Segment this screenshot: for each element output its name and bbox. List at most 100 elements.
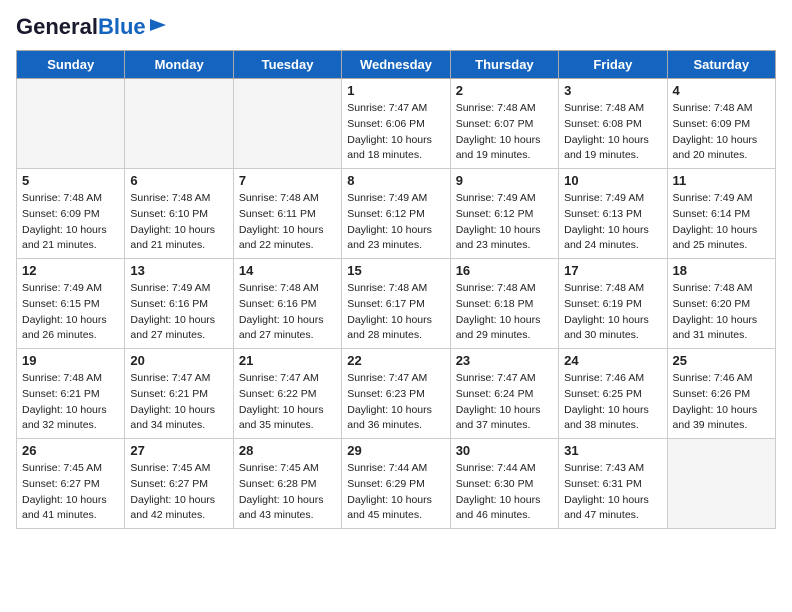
day-number: 31 (564, 443, 661, 458)
day-number: 29 (347, 443, 444, 458)
day-info: Sunrise: 7:49 AMSunset: 6:14 PMDaylight:… (673, 191, 770, 254)
day-info: Sunrise: 7:45 AMSunset: 6:27 PMDaylight:… (130, 461, 227, 524)
calendar-cell (125, 79, 233, 169)
weekday-header: Saturday (667, 51, 775, 79)
calendar-week-row: 1 Sunrise: 7:47 AMSunset: 6:06 PMDaylight… (17, 79, 776, 169)
calendar-week-row: 19 Sunrise: 7:48 AMSunset: 6:21 PMDayligh… (17, 349, 776, 439)
calendar-cell: 8 Sunrise: 7:49 AMSunset: 6:12 PMDaylight… (342, 169, 450, 259)
calendar-cell: 12 Sunrise: 7:49 AMSunset: 6:15 PMDayligh… (17, 259, 125, 349)
day-number: 12 (22, 263, 119, 278)
calendar-cell: 29 Sunrise: 7:44 AMSunset: 6:29 PMDayligh… (342, 439, 450, 529)
calendar-cell (233, 79, 341, 169)
day-number: 1 (347, 83, 444, 98)
day-info: Sunrise: 7:45 AMSunset: 6:28 PMDaylight:… (239, 461, 336, 524)
calendar-cell: 22Sunrise: 7:47 AMSunset: 6:23 PMDayligh… (342, 349, 450, 439)
calendar-week-row: 12 Sunrise: 7:49 AMSunset: 6:15 PMDayligh… (17, 259, 776, 349)
day-number: 18 (673, 263, 770, 278)
calendar-cell: 9Sunrise: 7:49 AMSunset: 6:12 PMDaylight… (450, 169, 558, 259)
day-number: 30 (456, 443, 553, 458)
day-number: 3 (564, 83, 661, 98)
day-info: Sunrise: 7:49 AMSunset: 6:13 PMDaylight:… (564, 191, 661, 254)
day-info: Sunrise: 7:48 AMSunset: 6:09 PMDaylight:… (673, 101, 770, 164)
calendar-cell: 27 Sunrise: 7:45 AMSunset: 6:27 PMDayligh… (125, 439, 233, 529)
day-info: Sunrise: 7:48 AMSunset: 6:08 PMDaylight:… (564, 101, 661, 164)
weekday-header: Thursday (450, 51, 558, 79)
day-info: Sunrise: 7:49 AMSunset: 6:15 PMDaylight:… (22, 281, 119, 344)
day-info: Sunrise: 7:43 AMSunset: 6:31 PMDaylight:… (564, 461, 661, 524)
calendar-cell: 14 Sunrise: 7:48 AMSunset: 6:16 PMDayligh… (233, 259, 341, 349)
day-number: 8 (347, 173, 444, 188)
day-info: Sunrise: 7:45 AMSunset: 6:27 PMDaylight:… (22, 461, 119, 524)
day-number: 14 (239, 263, 336, 278)
weekday-header: Monday (125, 51, 233, 79)
weekday-header: Tuesday (233, 51, 341, 79)
day-info: Sunrise: 7:44 AMSunset: 6:29 PMDaylight:… (347, 461, 444, 524)
day-number: 23 (456, 353, 553, 368)
day-number: 10 (564, 173, 661, 188)
day-info: Sunrise: 7:47 AMSunset: 6:24 PMDaylight:… (456, 371, 553, 434)
day-info: Sunrise: 7:48 AMSunset: 6:09 PMDaylight:… (22, 191, 119, 254)
day-number: 11 (673, 173, 770, 188)
calendar-cell: 17 Sunrise: 7:48 AMSunset: 6:19 PMDayligh… (559, 259, 667, 349)
day-number: 20 (130, 353, 227, 368)
day-info: Sunrise: 7:48 AMSunset: 6:19 PMDaylight:… (564, 281, 661, 344)
calendar-cell: 15 Sunrise: 7:48 AMSunset: 6:17 PMDayligh… (342, 259, 450, 349)
day-info: Sunrise: 7:47 AMSunset: 6:06 PMDaylight:… (347, 101, 444, 164)
calendar-cell: 28 Sunrise: 7:45 AMSunset: 6:28 PMDayligh… (233, 439, 341, 529)
calendar-cell: 20 Sunrise: 7:47 AMSunset: 6:21 PMDayligh… (125, 349, 233, 439)
calendar-cell: 30 Sunrise: 7:44 AMSunset: 6:30 PMDayligh… (450, 439, 558, 529)
day-info: Sunrise: 7:47 AMSunset: 6:21 PMDaylight:… (130, 371, 227, 434)
calendar-cell: 19 Sunrise: 7:48 AMSunset: 6:21 PMDayligh… (17, 349, 125, 439)
day-number: 17 (564, 263, 661, 278)
calendar-cell: 5 Sunrise: 7:48 AMSunset: 6:09 PMDaylight… (17, 169, 125, 259)
day-info: Sunrise: 7:47 AMSunset: 6:22 PMDaylight:… (239, 371, 336, 434)
day-info: Sunrise: 7:48 AMSunset: 6:21 PMDaylight:… (22, 371, 119, 434)
calendar-cell: 24Sunrise: 7:46 AMSunset: 6:25 PMDayligh… (559, 349, 667, 439)
day-number: 19 (22, 353, 119, 368)
day-number: 15 (347, 263, 444, 278)
day-number: 7 (239, 173, 336, 188)
calendar-cell: 3 Sunrise: 7:48 AMSunset: 6:08 PMDaylight… (559, 79, 667, 169)
day-info: Sunrise: 7:46 AMSunset: 6:26 PMDaylight:… (673, 371, 770, 434)
calendar-week-row: 26 Sunrise: 7:45 AMSunset: 6:27 PMDayligh… (17, 439, 776, 529)
day-number: 21 (239, 353, 336, 368)
calendar-cell: 1 Sunrise: 7:47 AMSunset: 6:06 PMDaylight… (342, 79, 450, 169)
calendar-cell: 6 Sunrise: 7:48 AMSunset: 6:10 PMDaylight… (125, 169, 233, 259)
calendar-table: SundayMondayTuesdayWednesdayThursdayFrid… (16, 50, 776, 529)
day-info: Sunrise: 7:49 AMSunset: 6:16 PMDaylight:… (130, 281, 227, 344)
calendar-cell: 26 Sunrise: 7:45 AMSunset: 6:27 PMDayligh… (17, 439, 125, 529)
calendar-cell: 7 Sunrise: 7:48 AMSunset: 6:11 PMDaylight… (233, 169, 341, 259)
day-info: Sunrise: 7:49 AMSunset: 6:12 PMDaylight:… (347, 191, 444, 254)
day-info: Sunrise: 7:48 AMSunset: 6:16 PMDaylight:… (239, 281, 336, 344)
day-number: 27 (130, 443, 227, 458)
day-number: 24 (564, 353, 661, 368)
day-number: 26 (22, 443, 119, 458)
calendar-cell: 31 Sunrise: 7:43 AMSunset: 6:31 PMDayligh… (559, 439, 667, 529)
day-info: Sunrise: 7:48 AMSunset: 6:17 PMDaylight:… (347, 281, 444, 344)
calendar-cell: 10 Sunrise: 7:49 AMSunset: 6:13 PMDayligh… (559, 169, 667, 259)
weekday-header: Friday (559, 51, 667, 79)
logo-arrow-icon (148, 15, 168, 35)
weekday-header: Wednesday (342, 51, 450, 79)
day-number: 16 (456, 263, 553, 278)
day-number: 6 (130, 173, 227, 188)
day-number: 9 (456, 173, 553, 188)
logo-text: GeneralBlue (16, 16, 146, 38)
day-info: Sunrise: 7:48 AMSunset: 6:10 PMDaylight:… (130, 191, 227, 254)
day-info: Sunrise: 7:44 AMSunset: 6:30 PMDaylight:… (456, 461, 553, 524)
day-number: 5 (22, 173, 119, 188)
day-info: Sunrise: 7:48 AMSunset: 6:11 PMDaylight:… (239, 191, 336, 254)
calendar-cell: 2Sunrise: 7:48 AMSunset: 6:07 PMDaylight… (450, 79, 558, 169)
calendar-cell: 25Sunrise: 7:46 AMSunset: 6:26 PMDayligh… (667, 349, 775, 439)
day-info: Sunrise: 7:48 AMSunset: 6:20 PMDaylight:… (673, 281, 770, 344)
day-number: 28 (239, 443, 336, 458)
day-number: 4 (673, 83, 770, 98)
day-info: Sunrise: 7:47 AMSunset: 6:23 PMDaylight:… (347, 371, 444, 434)
calendar-cell: 13Sunrise: 7:49 AMSunset: 6:16 PMDayligh… (125, 259, 233, 349)
calendar-cell: 18 Sunrise: 7:48 AMSunset: 6:20 PMDayligh… (667, 259, 775, 349)
calendar-header-row: SundayMondayTuesdayWednesdayThursdayFrid… (17, 51, 776, 79)
calendar-cell (667, 439, 775, 529)
weekday-header: Sunday (17, 51, 125, 79)
page-header: GeneralBlue (16, 16, 776, 38)
calendar-week-row: 5 Sunrise: 7:48 AMSunset: 6:09 PMDaylight… (17, 169, 776, 259)
